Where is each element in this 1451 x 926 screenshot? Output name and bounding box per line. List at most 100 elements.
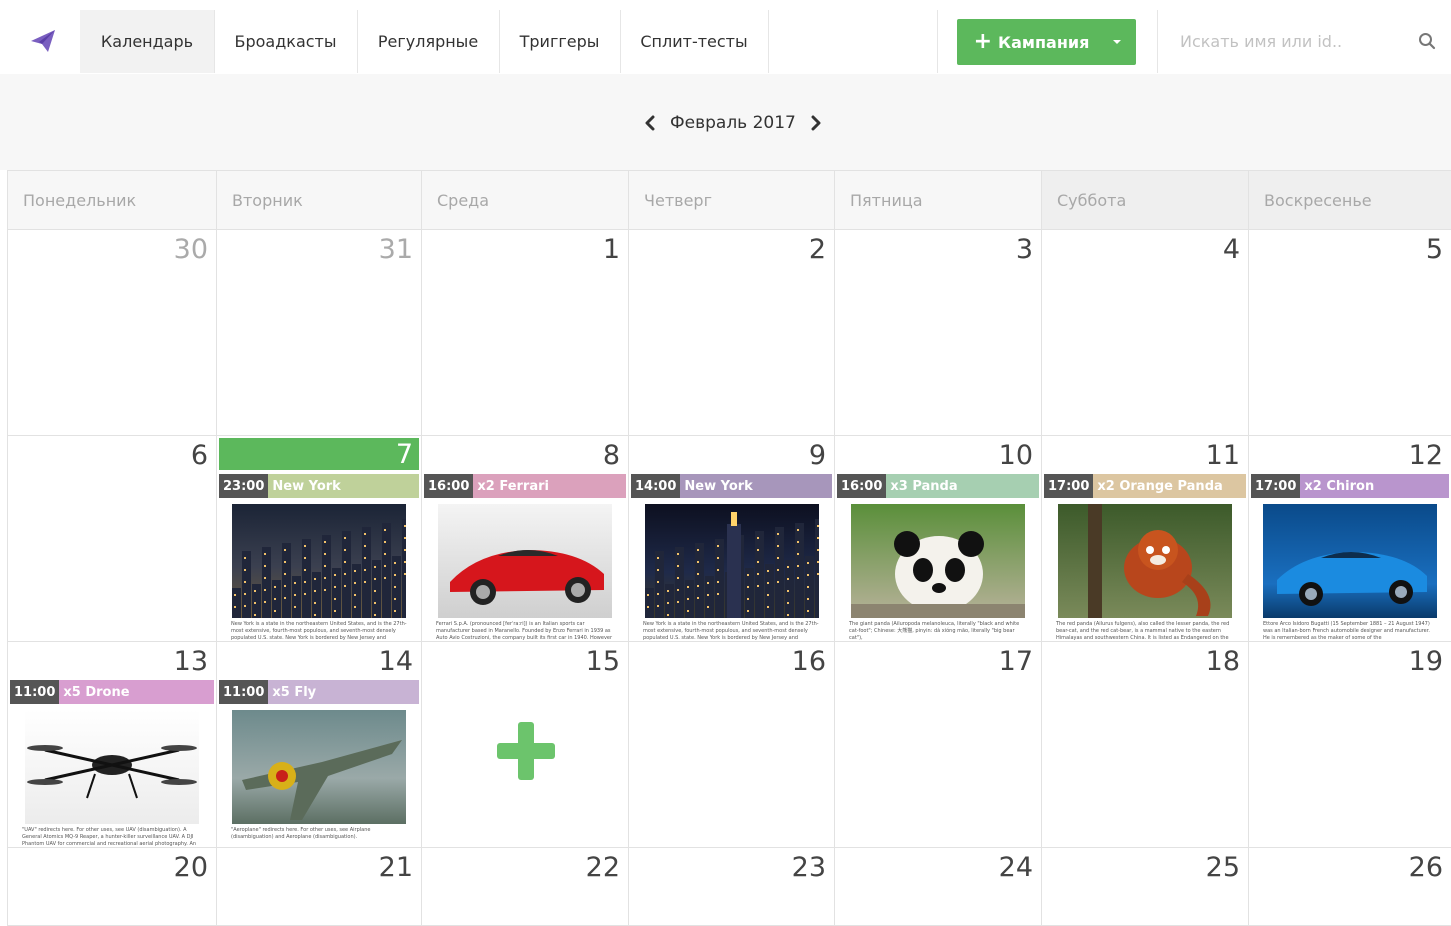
- campaign-event[interactable]: 14:00 New York New York is a state in th…: [631, 474, 832, 641]
- day-cell[interactable]: 26: [1248, 848, 1451, 926]
- day-number: 22: [585, 852, 620, 883]
- event-header[interactable]: 16:00 x3 Panda: [837, 474, 1039, 498]
- event-time: 23:00: [219, 474, 269, 498]
- event-time: 16:00: [424, 474, 474, 498]
- campaign-event[interactable]: 23:00 New York New York is a state in th…: [219, 474, 419, 641]
- event-image[interactable]: [644, 504, 824, 640]
- campaign-event[interactable]: 16:00 x3 Panda The giant panda (Ailuropo…: [837, 474, 1039, 641]
- campaign-event[interactable]: 16:00 x2 Ferrari Ferrari S.p.A. (pronoun…: [424, 474, 626, 641]
- day-cell[interactable]: 18: [1041, 642, 1248, 848]
- day-cell[interactable]: 19: [1248, 642, 1451, 848]
- day-number: 31: [378, 234, 413, 265]
- day-number: 9: [808, 440, 826, 471]
- event-header[interactable]: 17:00 x2 Chiron: [1251, 474, 1449, 498]
- day-cell[interactable]: 11 17:00 x2 Orange Panda The red panda (…: [1041, 436, 1248, 642]
- day-cell[interactable]: 21: [216, 848, 421, 926]
- day-cell[interactable]: 20: [7, 848, 216, 926]
- event-name: x2 Chiron: [1304, 478, 1375, 494]
- day-number: 3: [1015, 234, 1033, 265]
- event-text: The red panda (Ailurus fulgens), also ca…: [1056, 621, 1230, 641]
- event-image[interactable]: [438, 504, 612, 618]
- tab-0[interactable]: Календарь: [80, 10, 215, 73]
- day-cell[interactable]: 4: [1041, 230, 1248, 436]
- event-image[interactable]: [851, 504, 1025, 618]
- day-cell[interactable]: 6: [7, 436, 216, 642]
- event-header[interactable]: 17:00 x2 Orange Panda: [1044, 474, 1246, 498]
- chevron-right-icon: [811, 115, 821, 131]
- event-header[interactable]: 11:00 x5 Fly: [219, 680, 419, 704]
- day-number: 23: [791, 852, 826, 883]
- event-header[interactable]: 16:00 x2 Ferrari: [424, 474, 626, 498]
- event-time: 11:00: [219, 680, 269, 704]
- event-name: x5 Drone: [63, 684, 130, 700]
- logo[interactable]: [6, 10, 80, 72]
- event-header[interactable]: 14:00 New York: [631, 474, 832, 498]
- day-cell[interactable]: 2: [628, 230, 834, 436]
- event-image[interactable]: [1058, 504, 1232, 618]
- day-cell[interactable]: 3: [834, 230, 1041, 436]
- event-name: New York: [684, 478, 753, 494]
- event-text: "UAV" redirects here. For other uses, se…: [22, 827, 197, 847]
- day-number: 8: [602, 440, 620, 471]
- tab-3[interactable]: Триггеры: [499, 10, 621, 73]
- event-time: 17:00: [1251, 474, 1301, 498]
- weekday-label: Воскресенье: [1264, 190, 1372, 210]
- day-cell[interactable]: 5: [1248, 230, 1451, 436]
- event-time: 14:00: [631, 474, 681, 498]
- chevron-left-icon: [645, 115, 655, 131]
- event-name: x2 Ferrari: [477, 478, 549, 494]
- event-image[interactable]: [232, 504, 411, 640]
- add-event-plus-icon[interactable]: [497, 722, 555, 780]
- campaign-event[interactable]: 11:00 x5 Drone "UAV" redirects here. For…: [10, 680, 214, 847]
- weekday-label: Пятница: [850, 190, 923, 210]
- day-cell[interactable]: 9 14:00 New York New York is a state in …: [628, 436, 834, 642]
- search-input[interactable]: [1178, 31, 1402, 52]
- day-cell[interactable]: 22: [421, 848, 628, 926]
- event-header[interactable]: 23:00 New York: [219, 474, 419, 498]
- event-image[interactable]: [1263, 504, 1437, 618]
- search-icon[interactable]: [1418, 32, 1436, 50]
- tab-1[interactable]: Броадкасты: [214, 10, 358, 73]
- day-cell[interactable]: 13 11:00 x5 Drone "UAV" redirects here. …: [7, 642, 216, 848]
- day-number: 16: [791, 646, 826, 677]
- add-campaign-button[interactable]: + Кампания: [957, 19, 1136, 65]
- day-cell[interactable]: 24: [834, 848, 1041, 926]
- campaign-dropdown-toggle[interactable]: [1098, 19, 1136, 65]
- tab-2[interactable]: Регулярные: [357, 10, 500, 73]
- day-number: 15: [585, 646, 620, 677]
- day-cell[interactable]: 15: [421, 642, 628, 848]
- day-number: 30: [173, 234, 208, 265]
- today-highlight: 7: [219, 438, 419, 470]
- campaign-event[interactable]: 17:00 x2 Chiron Ettore Arco Isidoro Buga…: [1251, 474, 1449, 641]
- campaign-event[interactable]: 17:00 x2 Orange Panda The red panda (Ail…: [1044, 474, 1246, 641]
- day-cell[interactable]: 25: [1041, 848, 1248, 926]
- event-name: New York: [272, 478, 341, 494]
- day-cell[interactable]: 17: [834, 642, 1041, 848]
- event-image[interactable]: [232, 710, 406, 824]
- plus-icon: +: [973, 29, 993, 54]
- prev-month-button[interactable]: [640, 111, 660, 135]
- event-time: 11:00: [10, 680, 60, 704]
- day-cell[interactable]: 1: [421, 230, 628, 436]
- weekday-header: Вторник: [216, 170, 421, 230]
- day-cell[interactable]: 7 23:00 New York New York is a state in …: [216, 436, 421, 642]
- next-month-button[interactable]: [806, 111, 826, 135]
- day-cell[interactable]: 14 11:00 x5 Fly "Aeroplane" redirects he…: [216, 642, 421, 848]
- event-image[interactable]: [25, 710, 199, 824]
- day-cell[interactable]: 8 16:00 x2 Ferrari Ferrari S.p.A. (prono…: [421, 436, 628, 642]
- day-cell[interactable]: 31: [216, 230, 421, 436]
- day-cell[interactable]: 16: [628, 642, 834, 848]
- day-cell[interactable]: 12 17:00 x2 Chiron Ettore Arco Isidoro B…: [1248, 436, 1451, 642]
- day-cell[interactable]: 30: [7, 230, 216, 436]
- day-cell[interactable]: 10 16:00 x3 Panda The giant panda (Ailur…: [834, 436, 1041, 642]
- day-cell[interactable]: 23: [628, 848, 834, 926]
- add-campaign-main[interactable]: + Кампания: [957, 31, 1098, 53]
- event-header[interactable]: 11:00 x5 Drone: [10, 680, 214, 704]
- day-number: 26: [1408, 852, 1443, 883]
- weekday-header: Суббота: [1041, 170, 1248, 230]
- event-text: New York is a state in the northeastern …: [643, 621, 819, 641]
- campaign-event[interactable]: 11:00 x5 Fly "Aeroplane" redirects here.…: [219, 680, 419, 847]
- divider: [937, 10, 938, 73]
- tab-4[interactable]: Сплит-тесты: [620, 10, 769, 73]
- weekday-label: Вторник: [232, 190, 303, 210]
